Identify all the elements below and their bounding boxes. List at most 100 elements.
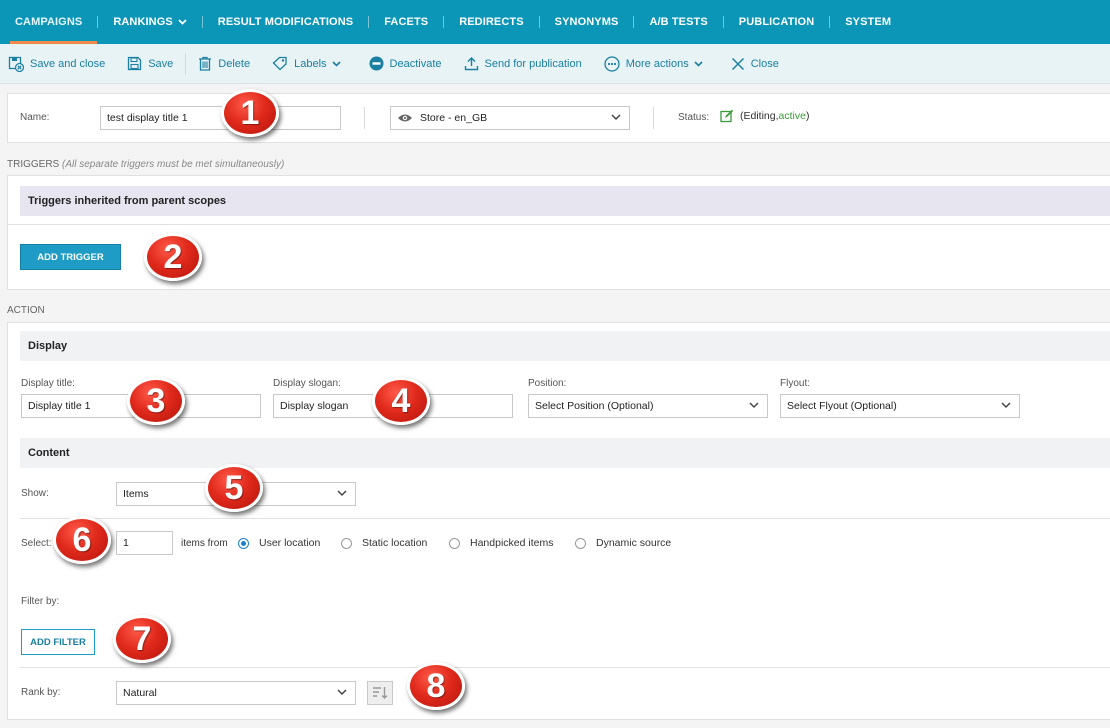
triggers-caption: TRIGGERS (All separate triggers must be … (7, 159, 284, 170)
chevron-down-icon (331, 60, 341, 67)
radio-unselected-icon (341, 537, 352, 549)
save-button[interactable]: Save (127, 56, 173, 71)
delete-label: Delete (218, 57, 251, 70)
name-label: Name: (20, 112, 50, 123)
source-handpicked-radio[interactable]: Handpicked items (449, 537, 553, 549)
nav-rankings[interactable]: RANKINGS (98, 0, 201, 44)
triggers-title: TRIGGERS (7, 159, 60, 170)
source-dynamic-radio[interactable]: Dynamic source (575, 537, 671, 549)
action-toolbar: Save and close Save Delete Labels Deacti… (0, 44, 1110, 84)
labels-button[interactable]: Labels (272, 56, 346, 71)
status-value: (Editing, active ) (720, 109, 809, 123)
top-nav: CAMPAIGNS RANKINGS RESULT MODIFICATIONS … (0, 0, 1110, 44)
rank-by-select[interactable]: Natural (116, 681, 356, 705)
send-for-publication-button[interactable]: Send for publication (464, 56, 582, 71)
position-label: Position: (528, 378, 567, 389)
radio-unselected-icon (449, 537, 460, 549)
callout-marker-2: 2 (144, 233, 202, 281)
action-caption: ACTION (7, 305, 45, 316)
nav-redirects[interactable]: REDIRECTS (444, 0, 538, 44)
close-button[interactable]: Close (731, 57, 779, 71)
position-select[interactable]: Select Position (Optional) (528, 394, 768, 418)
display-title-label: Display title: (21, 378, 75, 389)
edit-icon (720, 109, 734, 123)
display-slogan-label: Display slogan: (273, 378, 341, 389)
position-select-value: Select Position (Optional) (535, 400, 654, 412)
show-label: Show: (21, 488, 49, 499)
nav-result-modifications[interactable]: RESULT MODIFICATIONS (203, 0, 368, 44)
nav-system[interactable]: SYSTEM (830, 0, 906, 44)
store-select[interactable]: Store - en_GB (390, 106, 630, 130)
flyout-select-value: Select Flyout (Optional) (787, 400, 897, 412)
flyout-select[interactable]: Select Flyout (Optional) (780, 394, 1020, 418)
floppy-disk-icon (128, 56, 142, 71)
more-actions-button[interactable]: More actions (604, 55, 709, 72)
divider (20, 667, 1110, 668)
source-user-location-radio[interactable]: User location (238, 537, 320, 549)
status-label: Status: (678, 112, 710, 123)
nav-ab-tests[interactable]: A/B TESTS (634, 0, 722, 44)
rank-by-select-value: Natural (123, 687, 157, 699)
close-icon (731, 57, 744, 70)
deactivate-button[interactable]: Deactivate (369, 56, 442, 71)
show-select-value: Items (123, 488, 149, 500)
content-section-header: Content (20, 438, 1110, 468)
divider (8, 224, 1110, 225)
header-separator (653, 107, 654, 129)
status-close: ) (805, 110, 810, 122)
sort-icon (373, 687, 388, 699)
save-close-icon (8, 56, 24, 72)
save-and-close-button[interactable]: Save and close (8, 56, 105, 72)
callout-marker-5: 5 (205, 464, 263, 512)
chevron-down-icon (178, 19, 187, 25)
chevron-down-icon (611, 114, 621, 121)
toolbar-separator (185, 52, 187, 75)
trash-icon (199, 56, 212, 71)
store-select-value: Store - en_GB (420, 112, 488, 124)
chevron-down-icon (337, 689, 347, 696)
callout-marker-4: 4 (372, 377, 430, 425)
header-separator (364, 107, 365, 129)
nav-publication[interactable]: PUBLICATION (724, 0, 829, 44)
select-label: Select: (21, 538, 52, 549)
send-for-publication-label: Send for publication (484, 57, 582, 70)
add-filter-button[interactable]: ADD FILTER (21, 629, 95, 655)
source-handpicked-label: Handpicked items (470, 537, 554, 549)
nav-synonyms[interactable]: SYNONYMS (540, 0, 634, 44)
delete-button[interactable]: Delete (198, 56, 250, 71)
callout-marker-6: 6 (53, 516, 111, 564)
campaign-header-panel: Name: test display title 1 Store - en_GB… (7, 93, 1110, 143)
callout-marker-1: 1 (221, 89, 279, 137)
upload-icon (464, 57, 478, 71)
items-from-label: items from (181, 538, 228, 549)
source-user-location-label: User location (259, 537, 321, 549)
nav-campaigns[interactable]: CAMPAIGNS (0, 0, 98, 44)
minus-circle-icon (369, 56, 384, 71)
status-open: (Editing, (740, 110, 779, 122)
triggers-note: (All separate triggers must be met simul… (62, 159, 285, 170)
nav-facets[interactable]: FACETS (369, 0, 443, 44)
nav-rankings-label: RANKINGS (113, 16, 173, 28)
item-count-input[interactable]: 1 (116, 531, 173, 555)
add-trigger-button[interactable]: ADD TRIGGER (20, 244, 121, 270)
chevron-down-icon (694, 60, 703, 67)
chevron-down-icon (749, 402, 759, 409)
flyout-label: Flyout: (780, 378, 811, 389)
save-label: Save (148, 57, 174, 70)
sort-order-button[interactable] (367, 681, 393, 705)
filter-by-label: Filter by: (21, 596, 60, 607)
deactivate-label: Deactivate (389, 57, 442, 70)
callout-marker-3: 3 (127, 377, 185, 425)
chevron-down-icon (337, 490, 347, 497)
rank-by-label: Rank by: (21, 687, 61, 698)
chevron-down-icon (1001, 402, 1011, 409)
callout-marker-8: 8 (407, 662, 465, 710)
source-static-location-radio[interactable]: Static location (341, 537, 427, 549)
more-actions-label: More actions (625, 57, 689, 70)
tag-icon (272, 56, 287, 71)
save-and-close-label: Save and close (30, 57, 106, 70)
divider (20, 518, 1110, 519)
source-static-location-label: Static location (362, 537, 428, 549)
close-label: Close (750, 57, 779, 70)
labels-label: Labels (294, 57, 327, 70)
